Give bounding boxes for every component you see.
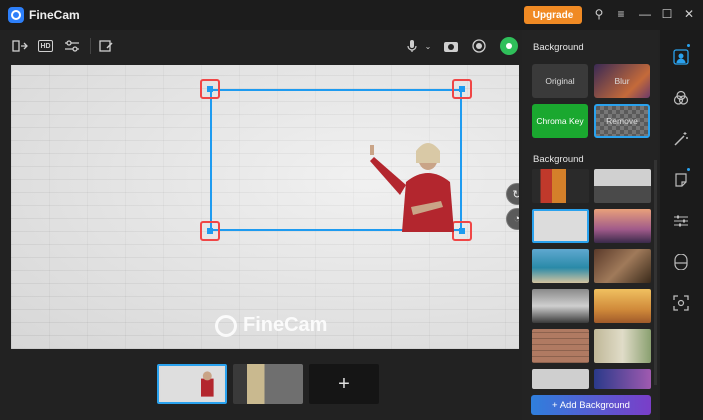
watermark-text: FineCam <box>243 314 328 336</box>
frame-icon[interactable] <box>673 295 689 311</box>
option-label: Remove <box>606 116 638 126</box>
finecam-window: FineCam Upgrade ⚲ ≡ — ☐ ✕ HD ⌄ FineCam ↻… <box>0 0 703 420</box>
background-option-original[interactable]: Original <box>532 64 588 98</box>
camera-icon[interactable] <box>443 39 459 53</box>
option-label: Chroma Key <box>536 116 584 126</box>
toolbar-divider <box>90 38 91 54</box>
option-label: Blur <box>614 76 630 86</box>
background-option-remove[interactable]: Remove <box>594 104 650 138</box>
background-thumb-shelf[interactable] <box>532 369 589 389</box>
add-background-button[interactable]: + Add Background <box>531 395 651 415</box>
scene-thumbnail-1[interactable] <box>157 364 227 404</box>
adjust-sliders-icon[interactable] <box>64 39 80 53</box>
background-thumb-room-2[interactable] <box>594 329 651 363</box>
maximize-icon[interactable]: ☐ <box>660 7 674 21</box>
background-thumb-pool[interactable] <box>532 249 589 283</box>
background-thumb-library[interactable] <box>594 249 651 283</box>
hd-icon[interactable]: HD <box>38 40 53 52</box>
finecam-logo-icon <box>8 7 24 23</box>
record-icon[interactable] <box>471 39 487 53</box>
close-icon[interactable]: ✕ <box>682 7 696 21</box>
adjust-icon[interactable] <box>673 213 689 229</box>
resize-handle-top-left[interactable] <box>200 79 220 99</box>
mask-icon[interactable] <box>673 253 689 271</box>
resize-handle-top-right[interactable] <box>452 79 472 99</box>
background-thumb-office-2[interactable] <box>532 289 589 323</box>
background-thumb-brick-red[interactable] <box>532 329 589 363</box>
chevron-down-icon[interactable]: ⌄ <box>420 40 436 54</box>
edit-icon[interactable] <box>98 39 114 53</box>
option-label: Original <box>545 76 575 86</box>
microphone-icon[interactable] <box>404 39 420 53</box>
scene-thumbnail-2[interactable] <box>233 364 303 404</box>
switch-camera-icon[interactable] <box>12 39 28 53</box>
scene-1-preview-image <box>160 366 224 402</box>
add-scene-button[interactable]: + <box>309 364 379 404</box>
magic-icon[interactable] <box>673 131 689 147</box>
pin-icon[interactable]: ⚲ <box>592 7 606 21</box>
app-title: FineCam <box>29 8 80 22</box>
person-icon[interactable] <box>673 49 689 65</box>
background-thumb-room-1[interactable] <box>532 169 589 203</box>
background-option-chroma-key[interactable]: Chroma Key <box>532 104 588 138</box>
notification-dot <box>687 44 690 47</box>
resize-handle-bottom-left[interactable] <box>200 221 220 241</box>
presenter-figure <box>370 143 454 232</box>
minimize-icon[interactable]: — <box>638 7 652 21</box>
background-thumb-office-1[interactable] <box>594 169 651 203</box>
finecam-watermark: FineCam <box>215 314 327 337</box>
menu-icon[interactable]: ≡ <box>614 7 628 21</box>
filters-icon[interactable] <box>673 90 689 106</box>
finecam-watermark-icon <box>215 314 237 337</box>
background-thumb-brick-white[interactable] <box>532 209 589 243</box>
notification-dot <box>687 168 690 171</box>
gallery-scrollbar[interactable] <box>654 160 657 385</box>
upgrade-button[interactable]: Upgrade <box>524 6 582 24</box>
background-thumb-paris[interactable] <box>594 209 651 243</box>
background-option-blur[interactable]: Blur <box>594 64 650 98</box>
live-icon[interactable] <box>500 37 518 55</box>
background-thumb-gradient[interactable] <box>594 369 651 389</box>
camera-preview[interactable]: FineCam ↻ ◔ <box>11 65 519 349</box>
background-gallery-title: Background <box>533 154 584 165</box>
background-section-title: Background <box>533 42 584 53</box>
sticker-icon[interactable] <box>673 172 689 188</box>
title-bar: FineCam Upgrade ⚲ ≡ — ☐ ✕ <box>0 0 703 30</box>
background-thumb-desert[interactable] <box>594 289 651 323</box>
